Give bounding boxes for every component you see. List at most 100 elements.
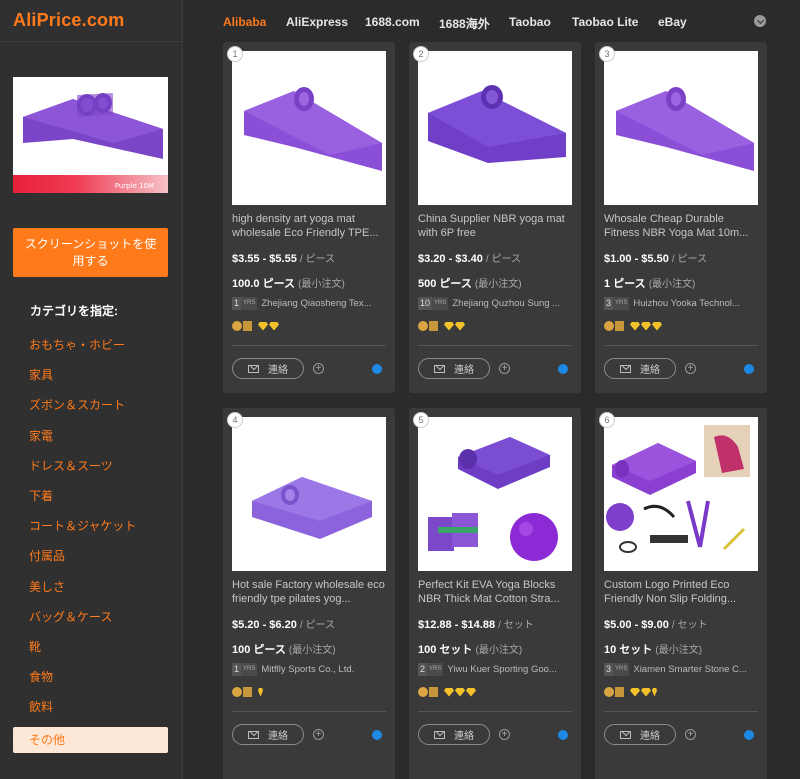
tab-1688[interactable]: 1688.com <box>365 15 420 29</box>
chat-icon[interactable] <box>558 730 568 740</box>
product-card[interactable]: 2 China Supplier NBR yoga mat with 6P fr… <box>409 42 581 393</box>
chat-icon[interactable] <box>372 364 382 374</box>
yoga-mat-image <box>616 87 754 171</box>
minimum-order: 10 セット (最小注文) <box>604 641 702 657</box>
moq-note: (最小注文) <box>648 279 696 290</box>
years-label: YRS <box>241 662 258 676</box>
chevron-down-icon[interactable] <box>754 15 766 27</box>
category-list: おもちゃ・ホビー 家具 ズボン＆スカート 家電 ドレス＆スーツ 下着 コート＆ジ… <box>13 333 168 754</box>
category-item[interactable]: ドレス＆スーツ <box>13 454 168 484</box>
contact-button[interactable]: 連絡 <box>418 724 490 745</box>
category-item[interactable]: おもちゃ・ホビー <box>13 333 168 363</box>
contact-button[interactable]: 連絡 <box>232 358 304 379</box>
product-price: $5.20 - $6.20 / ピース <box>232 616 335 631</box>
yoga-mat-image <box>252 477 372 539</box>
add-icon[interactable]: + <box>685 729 696 740</box>
product-card[interactable]: 4 Hot sale Factory wholesale eco friendl… <box>223 408 395 779</box>
product-image[interactable] <box>232 417 386 571</box>
supplier-years: 3 <box>604 662 614 676</box>
add-icon[interactable]: + <box>499 729 510 740</box>
product-image[interactable] <box>418 417 572 571</box>
tab-ebay[interactable]: eBay <box>658 15 687 29</box>
category-item[interactable]: 家電 <box>13 424 168 454</box>
product-image[interactable] <box>418 51 572 205</box>
supplier-badges <box>418 320 466 332</box>
product-title[interactable]: Custom Logo Printed Eco Friendly Non Sli… <box>604 578 758 606</box>
mail-icon <box>434 730 445 739</box>
chat-icon[interactable] <box>744 364 754 374</box>
add-icon[interactable]: + <box>313 363 324 374</box>
product-card[interactable]: 3 Whosale Cheap Durable Fitness NBR Yoga… <box>595 42 767 393</box>
chat-icon[interactable] <box>372 730 382 740</box>
category-item-active[interactable]: その他 <box>13 727 168 754</box>
diamond-icon <box>466 687 476 697</box>
category-item[interactable]: コート＆ジャケット <box>13 514 168 544</box>
product-price: $1.00 - $5.50 / ピース <box>604 250 707 265</box>
aliprice-logo[interactable]: AliPrice.com <box>13 10 124 31</box>
trade-assurance-icon <box>243 321 252 331</box>
supplier-info[interactable]: 2 YRS Yiwu Kuer Sporting Goo... <box>418 662 572 676</box>
contact-button[interactable]: 連絡 <box>232 724 304 745</box>
contact-button[interactable]: 連絡 <box>604 724 676 745</box>
years-label: YRS <box>427 662 444 676</box>
category-item[interactable]: 家具 <box>13 363 168 393</box>
years-label: YRS <box>241 296 258 310</box>
category-item[interactable]: バッグ＆ケース <box>13 605 168 635</box>
category-item[interactable]: 飲料 <box>13 695 168 725</box>
logo-bar: AliPrice.com <box>0 0 182 42</box>
moq-value: 500 ピース <box>418 278 472 290</box>
marketplace-tabs: Alibaba AliExpress 1688.com 1688海外 Taoba… <box>184 0 800 42</box>
tab-aliexpress[interactable]: AliExpress <box>286 15 348 29</box>
product-title[interactable]: Hot sale Factory wholesale eco friendly … <box>232 578 386 606</box>
product-card[interactable]: 6 Custom Logo Printed Eco Friendly Non S… <box>595 408 767 779</box>
tab-taobao-lite[interactable]: Taobao Lite <box>572 15 638 29</box>
product-card[interactable]: 1 high density art yoga mat wholesale Ec… <box>223 42 395 393</box>
supplier-info[interactable]: 1 YRS Mitflly Sports Co., Ltd. <box>232 662 386 676</box>
product-image[interactable] <box>604 51 758 205</box>
category-item[interactable]: 付属品 <box>13 544 168 574</box>
product-image[interactable] <box>232 51 386 205</box>
category-item[interactable]: 靴 <box>13 635 168 665</box>
contact-button[interactable]: 連絡 <box>604 358 676 379</box>
product-price: $12.88 - $14.88 / セット <box>418 616 534 631</box>
category-item[interactable]: ズボン＆スカート <box>13 393 168 423</box>
chat-icon[interactable] <box>744 730 754 740</box>
use-screenshot-button[interactable]: スクリーンショットを使用する <box>13 228 168 277</box>
price-range: $12.88 - $14.88 <box>418 619 496 631</box>
supplier-badges <box>604 686 658 698</box>
price-range: $5.20 - $6.20 <box>232 619 297 631</box>
moq-value: 100 ピース <box>232 644 286 656</box>
product-title[interactable]: Perfect Kit EVA Yoga Blocks NBR Thick Ma… <box>418 578 572 606</box>
add-icon[interactable]: + <box>313 729 324 740</box>
supplier-info[interactable]: 3 YRS Huizhou Yooka Technol... <box>604 296 758 310</box>
add-icon[interactable]: + <box>685 363 696 374</box>
price-range: $3.55 - $5.55 <box>232 253 297 265</box>
category-heading: カテゴリを指定: <box>30 304 118 318</box>
product-card-partial <box>223 773 395 779</box>
supplier-info[interactable]: 3 YRS Xiamen Smarter Stone C... <box>604 662 758 676</box>
chat-icon[interactable] <box>558 364 568 374</box>
supplier-info[interactable]: 10 YRS Zhejiang Quzhou Sung ... <box>418 296 572 310</box>
product-title[interactable]: China Supplier NBR yoga mat with 6P free <box>418 212 572 240</box>
supplier-info[interactable]: 1 YRS Zhejiang Qiaosheng Tex... <box>232 296 386 310</box>
divider <box>418 711 572 712</box>
divider <box>232 711 386 712</box>
contact-button[interactable]: 連絡 <box>418 358 490 379</box>
price-unit: / ピース <box>299 254 335 265</box>
product-card[interactable]: 5 Perfect Kit EVA Yoga Blocks NBR Thick … <box>409 408 581 779</box>
tab-1688-overseas[interactable]: 1688海外 <box>439 15 490 32</box>
category-item[interactable]: 食物 <box>13 665 168 695</box>
category-item[interactable]: 美しさ <box>13 575 168 605</box>
product-title[interactable]: high density art yoga mat wholesale Eco … <box>232 212 386 240</box>
trade-assurance-icon <box>429 321 438 331</box>
verified-icon <box>604 687 614 697</box>
tab-taobao[interactable]: Taobao <box>509 15 551 29</box>
contact-label: 連絡 <box>454 731 474 742</box>
product-title[interactable]: Whosale Cheap Durable Fitness NBR Yoga M… <box>604 212 758 240</box>
tab-alibaba[interactable]: Alibaba <box>223 15 266 29</box>
product-image[interactable] <box>604 417 758 571</box>
search-image-thumbnail[interactable]: Purple 10M <box>13 77 168 193</box>
supplier-badges <box>604 320 663 332</box>
add-icon[interactable]: + <box>499 363 510 374</box>
category-item[interactable]: 下着 <box>13 484 168 514</box>
